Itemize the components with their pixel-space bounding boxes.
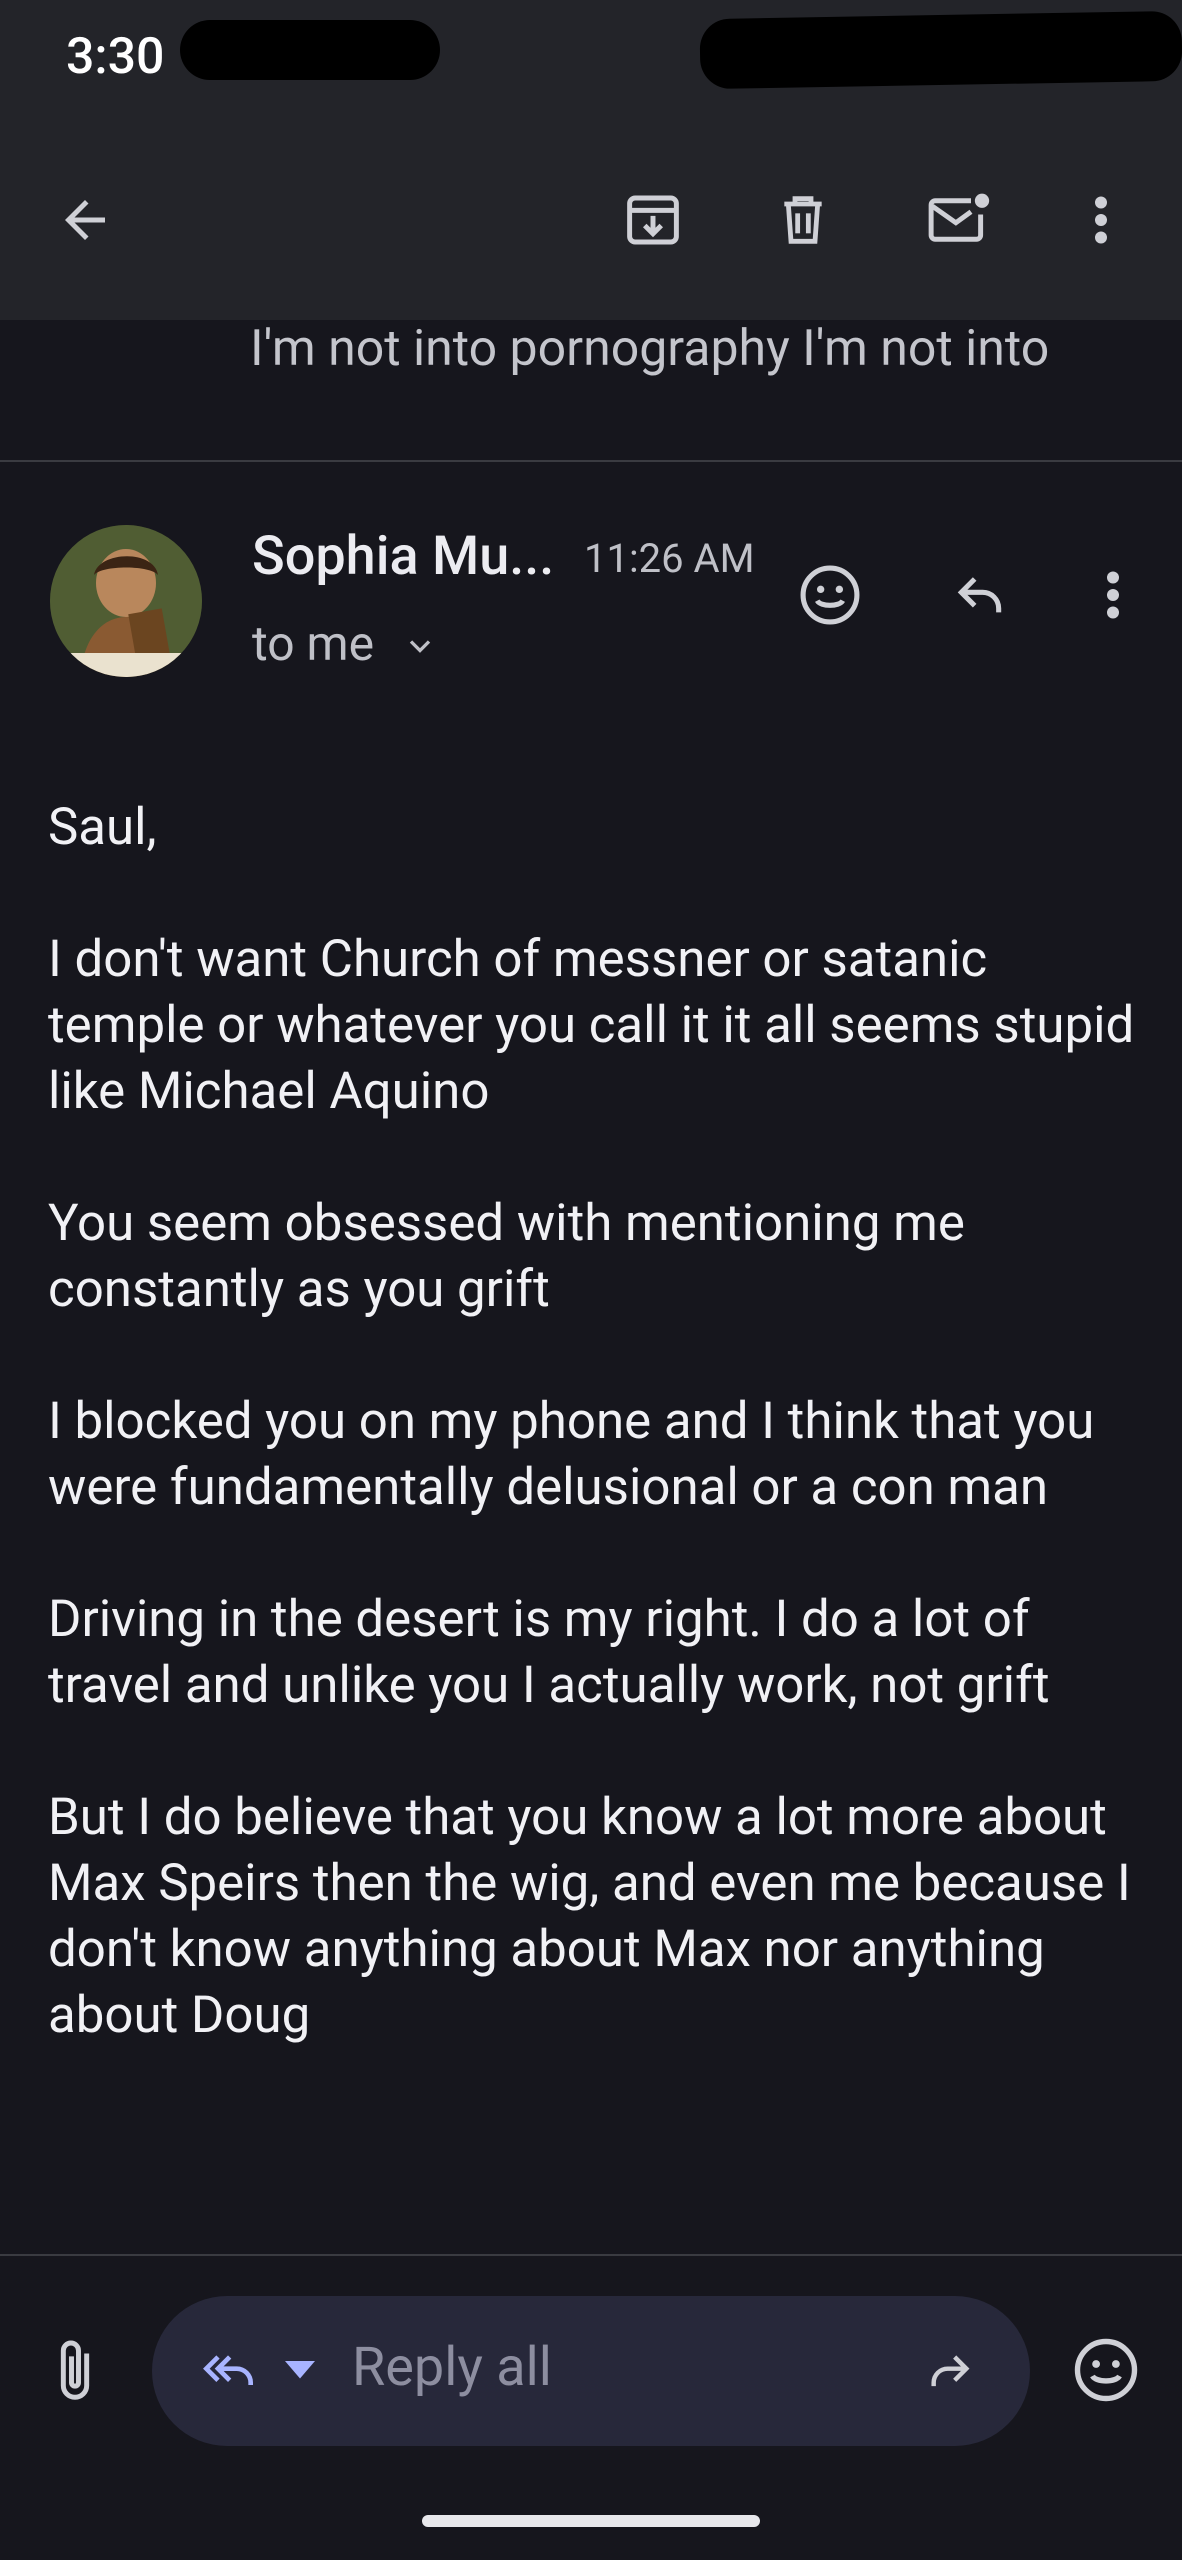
archive-icon[interactable]: [608, 175, 698, 265]
reply-all-icon[interactable]: [192, 2336, 272, 2406]
app-bar: [0, 130, 1182, 320]
more-vert-icon[interactable]: [1058, 175, 1143, 265]
message-body: Saul, I don't want Church of messner or …: [48, 795, 1138, 2115]
body-paragraph: I blocked you on my phone and I think th…: [48, 1392, 1095, 1517]
body-paragraph: You seem obsessed with mentioning me con…: [48, 1194, 965, 1319]
reply-icon[interactable]: [930, 545, 1030, 645]
message-more-icon[interactable]: [1070, 545, 1155, 645]
body-paragraph: Saul,: [48, 798, 157, 857]
body-paragraph: Driving in the desert is my right. I do …: [48, 1590, 1050, 1715]
home-indicator[interactable]: [422, 2515, 760, 2527]
trash-icon[interactable]: [758, 175, 848, 265]
status-bar: 3:30: [0, 0, 1182, 130]
reply-placeholder: Reply all: [352, 2336, 552, 2399]
redacted-area: [180, 20, 440, 80]
arrow-back-icon[interactable]: [40, 175, 130, 265]
dropdown-arrow-icon[interactable]: [280, 2351, 320, 2391]
paperclip-icon[interactable]: [30, 2326, 120, 2416]
snippet-text: I'm not into pornography I'm not into: [250, 320, 1050, 378]
mark-unread-icon[interactable]: [910, 175, 1010, 265]
status-time: 3:30: [66, 28, 165, 86]
body-paragraph: I don't want Church of messner or satani…: [48, 930, 1135, 1121]
body-paragraph: But I do believe that you know a lot mor…: [48, 1788, 1131, 2045]
emoji-react-icon[interactable]: [780, 545, 880, 645]
sender-name: Sophia Mu...: [252, 525, 555, 588]
redacted-area: [699, 10, 1182, 90]
chevron-down-icon[interactable]: [402, 628, 438, 668]
previous-message-snippet[interactable]: I'm not into pornography I'm not into: [0, 320, 1182, 462]
forward-icon[interactable]: [910, 2336, 990, 2406]
message-time: 11:26 AM: [584, 535, 755, 582]
message-header: Sophia Mu... 11:26 AM to me: [0, 460, 1182, 710]
sender-avatar[interactable]: [50, 525, 202, 677]
reply-all-field[interactable]: Reply all: [152, 2296, 1030, 2446]
recipient-label[interactable]: to me: [252, 615, 374, 672]
emoji-icon[interactable]: [1058, 2322, 1154, 2418]
